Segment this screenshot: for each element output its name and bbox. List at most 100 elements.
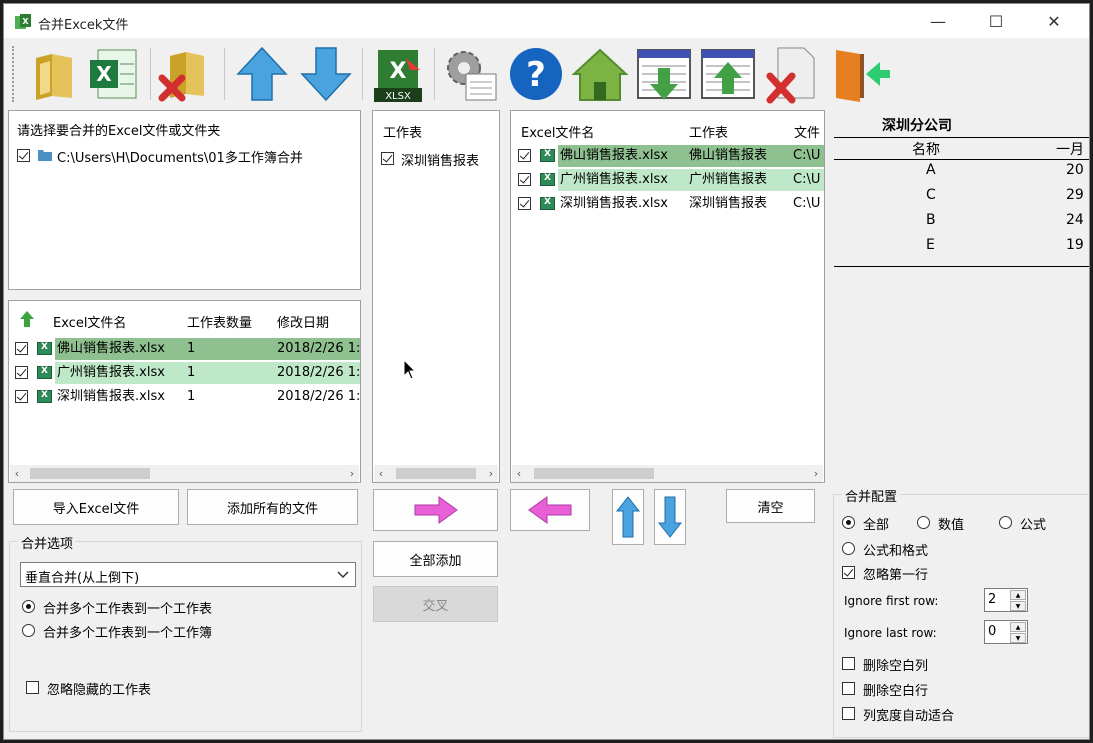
ignore-first-row-label: 忽略第一行	[863, 568, 929, 583]
svg-text:X: X	[22, 17, 29, 26]
sheet-item[interactable]: 深圳销售报表	[401, 150, 479, 169]
autofit-cols-label: 列宽度自动适合	[863, 709, 955, 724]
col-header-path[interactable]: 文件	[794, 122, 820, 141]
table-row[interactable]: 广州销售报表.xlsx广州销售报表C:\U	[511, 169, 824, 191]
close-icon: ✕	[1047, 11, 1061, 31]
preview-cell-value: 29	[1066, 187, 1084, 203]
merge-mode-select[interactable]: 垂直合并(从上倒下)	[20, 562, 356, 587]
row-sheet: 广州销售报表	[685, 169, 789, 191]
close-button[interactable]: ✕	[1025, 4, 1083, 38]
scroll-thumb[interactable]	[30, 468, 150, 479]
col-header-filename[interactable]: Excel文件名	[53, 312, 126, 331]
row-modified-date: 2018/2/26 1:	[271, 338, 360, 360]
row-down-button[interactable]	[654, 489, 686, 545]
autofit-cols-checkbox[interactable]	[842, 707, 855, 720]
col-header-date[interactable]: 修改日期	[277, 312, 329, 331]
ignore-first-row-checkbox[interactable]	[842, 566, 855, 579]
folder-checkbox[interactable]	[17, 149, 30, 162]
selected-table-scrollbar[interactable]: ‹ ›	[512, 465, 823, 482]
radio-formula-format[interactable]	[842, 542, 855, 555]
main-window: X 合并Excek文件 — ☐ ✕ X X XLSX ? 请选择要合并的Exce…	[3, 3, 1090, 740]
export-sheet-icon[interactable]	[698, 44, 758, 104]
ignore-last-row-spinner[interactable]: 0 ▲ ▼	[984, 620, 1028, 644]
file-table-scrollbar[interactable]: ‹ ›	[10, 465, 359, 482]
delete-blank-rows-checkbox[interactable]	[842, 682, 855, 695]
radio-formula[interactable]	[999, 516, 1012, 529]
table-row[interactable]: 深圳销售报表.xlsx 深圳销售报表 C:\U	[511, 193, 824, 215]
ignore-last-row-label: Ignore last row:	[844, 626, 937, 640]
export-xlsx-icon[interactable]: X XLSX	[368, 44, 428, 104]
clear-button[interactable]: 清空	[726, 489, 815, 523]
spin-down-icon[interactable]: ▼	[1010, 601, 1026, 611]
window-title: 合并Excek文件	[38, 18, 129, 33]
table-row[interactable]: 深圳销售报表.xlsx 1 2018/2/26 1:	[9, 386, 360, 408]
scroll-thumb[interactable]	[534, 468, 654, 479]
row-checkbox[interactable]	[15, 390, 28, 403]
table-row[interactable]: 佛山销售报表.xlsx12018/2/26 1:	[9, 338, 360, 360]
ignore-first-row-spinner[interactable]: 2 ▲ ▼	[984, 588, 1028, 612]
delete-blank-cols-checkbox[interactable]	[842, 657, 855, 670]
col-header-sheet[interactable]: 工作表	[689, 122, 728, 141]
ignore-last-row-value: 0	[988, 624, 997, 639]
row-sheet: 深圳销售报表	[689, 196, 768, 211]
toolbar-grip	[12, 46, 15, 102]
add-all-files-button[interactable]: 添加所有的文件	[187, 489, 358, 525]
maximize-icon: ☐	[988, 11, 1004, 31]
radio-single-sheet[interactable]	[22, 600, 35, 613]
ignore-hidden-checkbox[interactable]	[26, 681, 39, 694]
scroll-right-icon[interactable]: ›	[484, 465, 498, 482]
import-sheet-icon[interactable]	[634, 44, 694, 104]
col-header-count[interactable]: 工作表数量	[187, 312, 252, 331]
row-checkbox[interactable]	[15, 366, 28, 379]
move-down-icon[interactable]	[296, 44, 356, 104]
minimize-button[interactable]: —	[909, 4, 967, 38]
radio-single-sheet-label: 合并多个工作表到一个工作表	[43, 602, 213, 617]
add-all-button[interactable]: 全部添加	[373, 541, 498, 577]
sheet-panel-scrollbar[interactable]: ‹ ›	[374, 465, 498, 482]
svg-text:X: X	[96, 62, 112, 86]
row-filename: 深圳销售报表.xlsx	[57, 389, 165, 404]
help-icon[interactable]: ?	[506, 44, 566, 104]
radio-single-workbook[interactable]	[22, 624, 35, 637]
maximize-button[interactable]: ☐	[967, 4, 1025, 38]
move-up-icon[interactable]	[232, 44, 292, 104]
delete-file-icon[interactable]	[764, 44, 824, 104]
scroll-left-icon[interactable]: ‹	[10, 465, 24, 482]
scroll-left-icon[interactable]: ‹	[512, 465, 526, 482]
col-header-filename[interactable]: Excel文件名	[521, 122, 594, 141]
add-right-button[interactable]	[373, 489, 498, 531]
row-checkbox[interactable]	[518, 149, 531, 162]
sort-up-icon[interactable]	[19, 310, 35, 328]
scroll-left-icon[interactable]: ‹	[374, 465, 388, 482]
excel-file-icon[interactable]: X	[84, 44, 144, 104]
row-up-button[interactable]	[612, 489, 644, 545]
radio-value[interactable]	[917, 516, 930, 529]
remove-left-button[interactable]	[510, 489, 590, 531]
folder-panel-label: 请选择要合并的Excel文件或文件夹	[17, 124, 221, 139]
arrow-up-icon	[615, 496, 641, 538]
table-row[interactable]: 佛山销售报表.xlsx佛山销售报表C:\U	[511, 145, 824, 167]
radio-all[interactable]	[842, 516, 855, 529]
spin-up-icon[interactable]: ▲	[1010, 590, 1026, 600]
row-sheet-count: 1	[187, 389, 196, 404]
row-sheet-count: 1	[181, 338, 271, 360]
row-checkbox[interactable]	[15, 342, 28, 355]
ignore-first-row-value: 2	[988, 592, 997, 607]
radio-formula-format-label: 公式和格式	[863, 544, 929, 559]
open-folder-icon[interactable]	[28, 44, 88, 104]
remove-folder-icon[interactable]	[156, 44, 216, 104]
cross-button[interactable]: 交叉	[373, 586, 498, 622]
table-row[interactable]: 广州销售报表.xlsx12018/2/26 1:	[9, 362, 360, 384]
exit-icon[interactable]	[830, 44, 890, 104]
scroll-thumb[interactable]	[396, 468, 476, 479]
settings-icon[interactable]	[440, 44, 500, 104]
spin-up-icon[interactable]: ▲	[1010, 622, 1026, 632]
home-icon[interactable]	[570, 44, 630, 104]
row-checkbox[interactable]	[518, 173, 531, 186]
row-checkbox[interactable]	[518, 197, 531, 210]
sheet-checkbox[interactable]	[381, 152, 394, 165]
scroll-right-icon[interactable]: ›	[809, 465, 823, 482]
scroll-right-icon[interactable]: ›	[345, 465, 359, 482]
spin-down-icon[interactable]: ▼	[1010, 633, 1026, 643]
import-excel-button[interactable]: 导入Excel文件	[13, 489, 179, 525]
